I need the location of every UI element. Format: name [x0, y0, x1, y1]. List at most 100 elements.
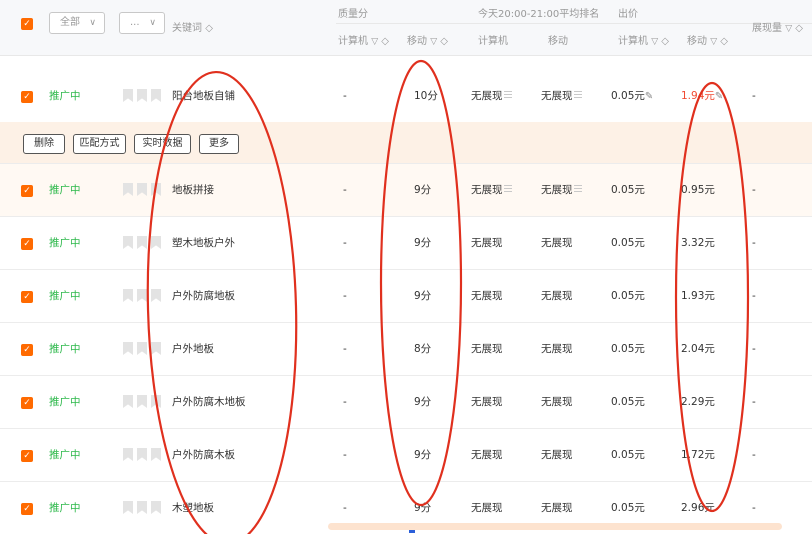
flag-icon[interactable]	[151, 236, 161, 249]
row-checkbox[interactable]: ✓	[21, 291, 33, 303]
sort-icon[interactable]: ◇	[795, 23, 803, 34]
flag-icon[interactable]	[151, 448, 161, 461]
sort-icon[interactable]: ◇	[440, 36, 448, 47]
flag-icons[interactable]	[123, 448, 165, 464]
flag-icon[interactable]	[137, 395, 147, 408]
flag-icon[interactable]	[123, 342, 133, 355]
table-row[interactable]: ✓ 推广中 户外防腐地板 - 9分 无展现 无展现 0.05元 1.93元 -	[0, 270, 812, 323]
bid-mobile-value[interactable]: 1.94元✎	[681, 70, 723, 123]
flag-icon[interactable]	[123, 183, 133, 196]
flag-icon[interactable]	[123, 395, 133, 408]
bid-mobile-value[interactable]: 2.04元	[681, 323, 715, 376]
table-row[interactable]: ✓ 推广中 塑木地板户外 - 9分 无展现 无展现 0.05元 3.32元 -	[0, 217, 812, 270]
flag-icon[interactable]	[123, 89, 133, 102]
quality-group-header: 质量分	[338, 9, 368, 20]
impressions-value: -	[752, 237, 756, 249]
rank-chart-icon[interactable]	[573, 91, 582, 100]
keyword-text: 地板拼接	[172, 184, 214, 196]
table-row[interactable]: ✓ 推广中 户外防腐木地板 - 9分 无展现 无展现 0.05元 2.29元 -	[0, 376, 812, 429]
bid-pc-value[interactable]: 0.05元	[611, 323, 645, 376]
bid-mobile-value[interactable]: 3.32元	[681, 217, 715, 270]
flag-icon[interactable]	[151, 342, 161, 355]
flag-icons[interactable]	[123, 501, 165, 517]
row-checkbox[interactable]: ✓	[21, 91, 33, 103]
horizontal-scrollbar[interactable]	[328, 523, 782, 530]
flag-icon[interactable]	[137, 501, 147, 514]
flag-icon[interactable]	[123, 289, 133, 302]
quality-mobile-header[interactable]: 移动 ▽ ◇	[407, 32, 448, 47]
rank-pc-value: 无展现	[471, 164, 512, 217]
bid-mobile-value[interactable]: 1.93元	[681, 270, 715, 323]
rank-chart-icon[interactable]	[503, 91, 512, 100]
row-checkbox[interactable]: ✓	[21, 238, 33, 250]
bid-pc-value[interactable]: 0.05元	[611, 429, 645, 482]
more-button[interactable]: 更多	[199, 134, 239, 154]
flag-icon[interactable]	[137, 342, 147, 355]
edit-pencil-icon[interactable]: ✎	[715, 91, 723, 102]
bid-pc-header[interactable]: 计算机 ▽ ◇	[618, 32, 669, 47]
flag-icon[interactable]	[151, 289, 161, 302]
flag-icon[interactable]	[123, 236, 133, 249]
bid-pc-value[interactable]: 0.05元	[611, 164, 645, 217]
filter-icon[interactable]: ▽	[430, 37, 437, 47]
flag-filter-dropdown[interactable]: ... ∨	[119, 12, 165, 34]
bid-pc-value[interactable]: 0.05元	[611, 270, 645, 323]
table-row[interactable]: ✓ 推广中 户外地板 - 8分 无展现 无展现 0.05元 2.04元 -	[0, 323, 812, 376]
flag-icon[interactable]	[137, 183, 147, 196]
flag-icon[interactable]	[137, 236, 147, 249]
bid-mobile-value[interactable]: 0.95元	[681, 164, 715, 217]
filter-icon[interactable]: ▽	[651, 37, 658, 47]
flag-icons[interactable]	[123, 289, 165, 305]
bid-mobile-value[interactable]: 1.72元	[681, 429, 715, 482]
flag-icons[interactable]	[123, 236, 165, 252]
flag-icon[interactable]	[137, 89, 147, 102]
rank-mobile-value: 无展现	[541, 290, 573, 302]
row-checkbox[interactable]: ✓	[21, 397, 33, 409]
row-checkbox[interactable]: ✓	[21, 344, 33, 356]
select-all-checkbox[interactable]: ✓	[21, 18, 33, 30]
filter-icon[interactable]: ▽	[785, 24, 792, 34]
table-row[interactable]: ✓ 推广中 户外防腐木板 - 9分 无展现 无展现 0.05元 1.72元 -	[0, 429, 812, 482]
rank-chart-icon[interactable]	[573, 185, 582, 194]
impressions-header[interactable]: 展现量 ▽ ◇	[752, 19, 803, 34]
rank-chart-icon[interactable]	[503, 185, 512, 194]
row-checkbox[interactable]: ✓	[21, 450, 33, 462]
bid-mobile-header[interactable]: 移动 ▽ ◇	[687, 32, 728, 47]
sort-icon[interactable]: ◇	[661, 36, 669, 47]
flag-icon[interactable]	[137, 289, 147, 302]
flag-icons[interactable]	[123, 89, 165, 105]
sort-icon[interactable]: ◇	[381, 36, 389, 47]
rank-mobile-value: 无展现	[541, 396, 573, 408]
flag-icon[interactable]	[137, 448, 147, 461]
bid-pc-value[interactable]: 0.05元✎	[611, 70, 653, 123]
flag-icon[interactable]	[151, 501, 161, 514]
row-checkbox[interactable]: ✓	[21, 185, 33, 197]
flag-icon[interactable]	[123, 501, 133, 514]
flag-icon[interactable]	[151, 89, 161, 102]
flag-icon[interactable]	[123, 448, 133, 461]
flag-icon[interactable]	[151, 183, 161, 196]
filter-icon[interactable]: ▽	[371, 37, 378, 47]
sort-icon[interactable]: ◇	[720, 36, 728, 47]
edit-pencil-icon[interactable]: ✎	[645, 91, 653, 102]
status-filter-dropdown[interactable]: 全部 ∨	[49, 12, 105, 34]
delete-button[interactable]: 删除	[23, 134, 65, 154]
table-row[interactable]: ✓ 推广中 地板拼接 - 9分 无展现 无展现 0.05元 0.95元 -	[0, 164, 812, 217]
quality-pc-value: -	[343, 90, 347, 102]
flag-icons[interactable]	[123, 395, 165, 411]
realtime-data-button[interactable]: 实时数据	[134, 134, 191, 154]
bid-pc-value[interactable]: 0.05元	[611, 376, 645, 429]
keyword-text: 阳台地板自铺	[172, 90, 235, 102]
quality-pc-header[interactable]: 计算机 ▽ ◇	[338, 32, 389, 47]
bid-pc-value[interactable]: 0.05元	[611, 217, 645, 270]
flag-icon[interactable]	[151, 395, 161, 408]
match-type-button[interactable]: 匹配方式	[73, 134, 126, 154]
table-row[interactable]: ✓ 推广中 阳台地板自铺 - 10分 无展现 无展现 0.05元✎ 1.94元✎…	[0, 70, 812, 123]
filter-icon[interactable]: ▽	[710, 37, 717, 47]
keyword-column-header[interactable]: 关键词 ◇	[172, 19, 213, 34]
bid-mobile-value[interactable]: 2.29元	[681, 376, 715, 429]
row-checkbox[interactable]: ✓	[21, 503, 33, 515]
flag-icons[interactable]	[123, 342, 165, 358]
flag-icons[interactable]	[123, 183, 165, 199]
quality-mobile-value: 9分	[414, 396, 432, 408]
